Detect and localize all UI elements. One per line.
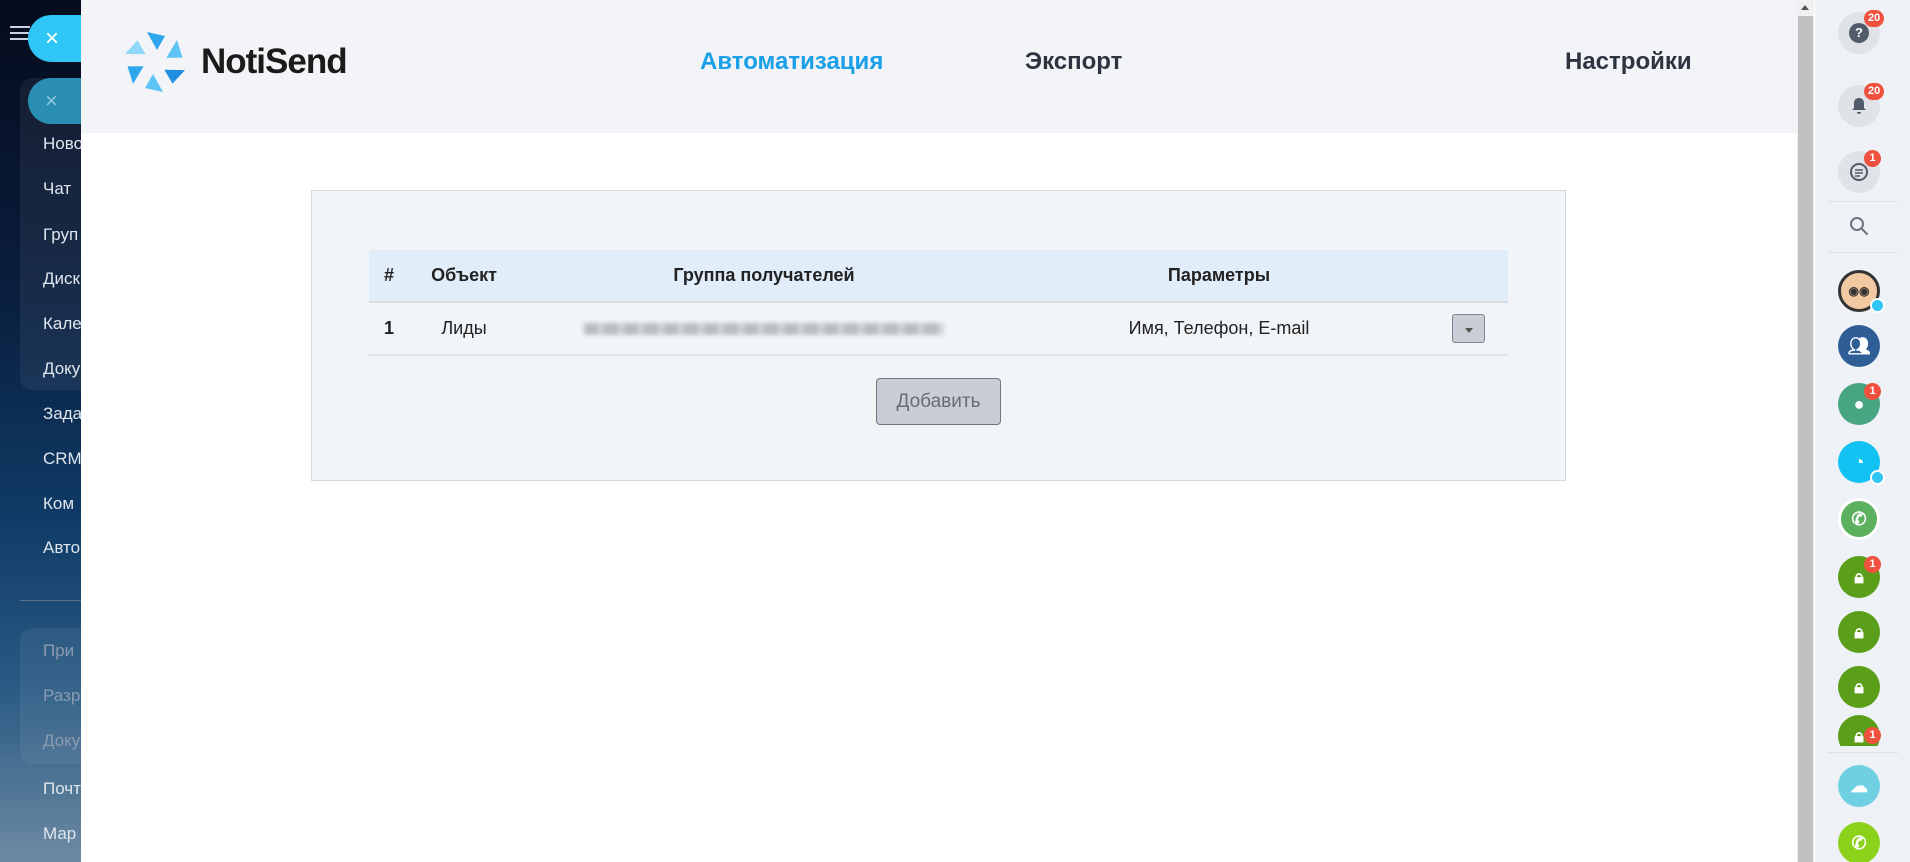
col-header-group: Группа получателей xyxy=(519,250,1009,303)
row-params: Имя, Телефон, E-mail xyxy=(1009,302,1429,356)
sidebar-item[interactable]: Доку xyxy=(43,731,80,751)
scroll-up-icon[interactable] xyxy=(1801,5,1809,10)
lock-badge: 1 xyxy=(1864,556,1881,573)
scrollbar[interactable] xyxy=(1797,0,1814,862)
menu-icon[interactable] xyxy=(10,26,30,40)
search-button[interactable] xyxy=(1838,205,1880,247)
lock-badge: 1 xyxy=(1864,727,1881,744)
phone-icon: ✆ xyxy=(1851,832,1867,853)
row-actions xyxy=(1429,302,1508,356)
nav-export[interactable]: Экспорт xyxy=(1025,48,1122,76)
avatar-face-icon: ◉◉ xyxy=(1848,284,1870,298)
logo-text: NotiSend xyxy=(201,42,348,81)
mail-status-icon xyxy=(1870,470,1885,485)
lock-icon: 🔒︎ xyxy=(1854,621,1864,642)
app-header: NotiSend Автоматизация Экспорт Настройки xyxy=(81,0,1797,133)
sidebar-item[interactable]: Чат xyxy=(43,179,71,199)
row-recipient-group xyxy=(519,302,1009,356)
nav-settings[interactable]: Настройки xyxy=(1565,48,1692,76)
redacted-email xyxy=(584,323,944,336)
clipped-list: 🔒︎ 1 xyxy=(1815,700,1910,746)
call-button[interactable]: ✆ xyxy=(1838,822,1880,862)
sidebar-item[interactable]: Груп xyxy=(43,225,78,245)
col-header-object: Объект xyxy=(409,250,519,303)
sidebar-item[interactable]: Ново xyxy=(43,134,81,154)
col-header-params: Параметры xyxy=(1009,250,1429,303)
lock-icon: 🔒︎ xyxy=(1854,725,1864,746)
notifications-badge: 20 xyxy=(1864,83,1885,100)
lock-icon: 🔒︎ xyxy=(1854,676,1864,697)
sidebar-item[interactable]: Ком xyxy=(43,494,74,514)
phone-icon: ✆ xyxy=(1851,508,1867,529)
row-object: Лиды xyxy=(409,302,519,356)
sidebar-item[interactable]: Диск xyxy=(43,269,80,289)
sidebar-item[interactable]: Доку xyxy=(43,359,80,379)
close-secondary-button[interactable]: × xyxy=(28,78,81,124)
lock-chat-2[interactable]: 🔒︎ xyxy=(1838,611,1880,653)
row-dropdown-button[interactable] xyxy=(1452,314,1485,343)
close-icon: × xyxy=(45,88,58,113)
portal-sidebar: × × Ново Чат Груп Диск Кале Доку Зада CR… xyxy=(0,0,81,862)
phone-cloud-icon: ☁︎ xyxy=(1850,775,1868,796)
table-header-row: # Объект Группа получателей Параметры xyxy=(369,250,1508,303)
group-chat-button[interactable]: 👥︎ xyxy=(1838,325,1880,367)
close-slider-button[interactable]: × xyxy=(28,15,81,62)
sidebar-item[interactable]: CRM xyxy=(43,449,81,469)
add-button[interactable]: Добавить xyxy=(876,378,1001,425)
sidebar-divider xyxy=(20,600,81,601)
phone-cloud-button[interactable]: ☁︎ xyxy=(1838,765,1880,807)
right-panel: ? 20 20 1 ◉◉ 👥︎ ● 1 ◔ ✆ 🔒︎ 1 🔒︎ 🔒︎ 🔒︎ 1 … xyxy=(1815,0,1910,862)
contact-badge: 1 xyxy=(1864,383,1881,400)
help-icon: ? xyxy=(1849,23,1869,43)
table-row: 1 Лиды Имя, Телефон, E-mail xyxy=(369,302,1508,356)
close-icon: × xyxy=(45,25,60,52)
automation-panel: # Объект Группа получателей Параметры 1 … xyxy=(311,190,1566,481)
sidebar-item[interactable]: Кале xyxy=(43,314,81,334)
col-header-actions xyxy=(1429,250,1508,303)
mail-status-icon xyxy=(1870,298,1885,313)
logo[interactable]: NotiSend xyxy=(119,28,348,96)
sidebar-item[interactable]: Почт xyxy=(43,779,81,799)
logo-pinwheel-icon xyxy=(125,32,185,92)
bell-icon xyxy=(1852,98,1866,114)
app-frame: NotiSend Автоматизация Экспорт Настройки… xyxy=(81,0,1797,862)
help-badge: 20 xyxy=(1864,10,1885,27)
person-icon: ● xyxy=(1853,393,1865,414)
row-number: 1 xyxy=(369,302,409,356)
scrollbar-thumb[interactable] xyxy=(1798,16,1813,862)
nav-automation[interactable]: Автоматизация xyxy=(700,48,883,76)
chats-badge: 1 xyxy=(1864,150,1881,167)
lock-icon: 🔒︎ xyxy=(1854,566,1864,587)
sidebar-item[interactable]: При xyxy=(43,641,74,661)
divider xyxy=(1828,201,1898,202)
sidebar-item[interactable]: Разр xyxy=(43,686,80,706)
whatsapp-button[interactable]: ✆ xyxy=(1838,498,1880,540)
sidebar-item[interactable]: Зада xyxy=(43,404,81,424)
divider xyxy=(1828,252,1898,253)
automation-table: # Объект Группа получателей Параметры 1 … xyxy=(369,250,1508,356)
sidebar-item[interactable]: Мар xyxy=(43,824,76,844)
sidebar-item[interactable]: Авто xyxy=(43,538,80,558)
search-icon xyxy=(1850,217,1869,236)
col-header-number: # xyxy=(369,250,409,303)
person-clock-icon: ◔ xyxy=(1853,451,1865,472)
divider xyxy=(1828,752,1898,753)
group-icon: 👥︎ xyxy=(1847,335,1871,356)
